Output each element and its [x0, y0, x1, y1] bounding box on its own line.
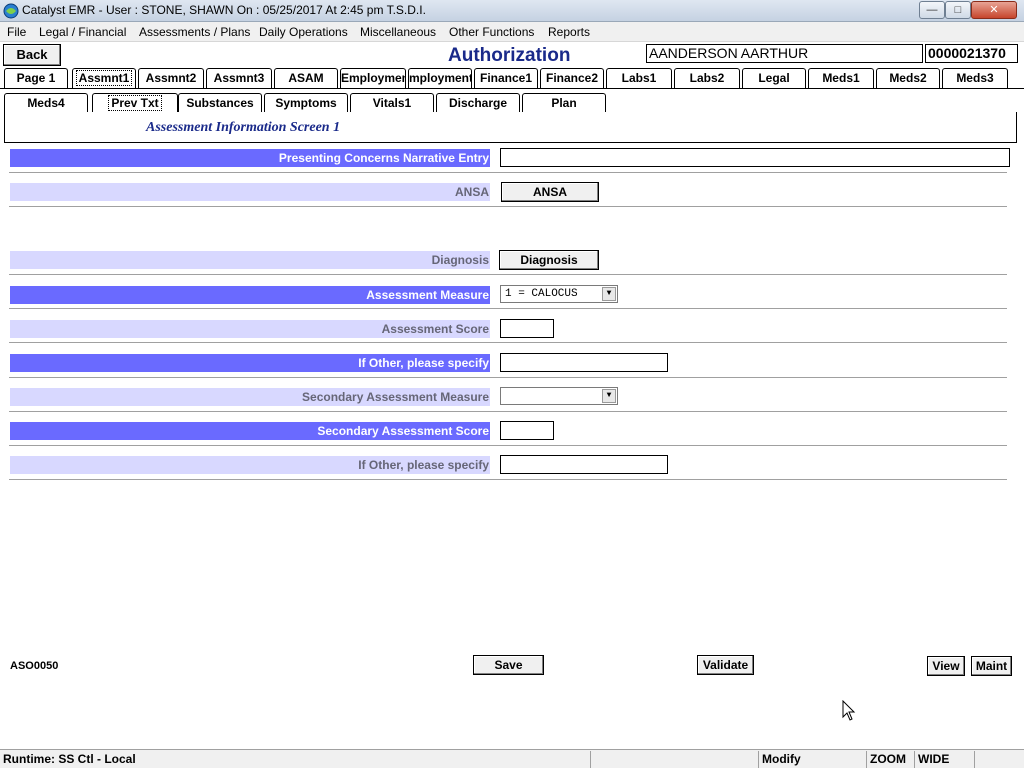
tab-row-1: Page 1 Assmnt1 Assmnt2 Assmnt3 ASAM Empl…	[0, 68, 1024, 89]
save-button[interactable]: Save	[473, 655, 544, 675]
status-extra	[974, 751, 1024, 768]
window-title-bar: Catalyst EMR - User : STONE, SHAWN On : …	[0, 0, 1024, 22]
screen-subtitle: Assessment Information Screen 1	[146, 120, 341, 135]
secondary-measure-select[interactable]: ▼	[500, 387, 618, 405]
tab-page-1[interactable]: Page 1	[4, 68, 68, 88]
menu-daily-operations[interactable]: Daily Operations	[259, 25, 348, 39]
status-zoom: ZOOM	[866, 751, 914, 768]
presenting-concerns-label: Presenting Concerns Narrative Entry	[10, 149, 490, 167]
assessment-measure-label: Assessment Measure	[10, 286, 490, 304]
other-specify-2-label: If Other, please specify	[10, 456, 490, 474]
assessment-score-label: Assessment Score	[10, 320, 490, 338]
tab-asam[interactable]: ASAM	[274, 68, 338, 88]
tab-assmnt1[interactable]: Assmnt1	[72, 68, 136, 88]
tab-meds2[interactable]: Meds2	[876, 68, 940, 88]
row-divider	[9, 342, 1007, 343]
tab-employment-2[interactable]: mployment:	[408, 68, 472, 88]
row-divider	[9, 206, 1007, 207]
secondary-score-label: Secondary Assessment Score	[10, 422, 490, 440]
row-divider	[9, 377, 1007, 378]
status-bar: Runtime: SS Ctl - Local Modify ZOOM WIDE	[0, 749, 1024, 768]
menu-file[interactable]: File	[7, 25, 26, 39]
other-specify-2-input[interactable]	[500, 455, 668, 474]
status-empty	[590, 751, 758, 768]
menu-reports[interactable]: Reports	[548, 25, 590, 39]
row-divider	[9, 172, 1007, 173]
tab-finance1[interactable]: Finance1	[474, 68, 538, 88]
secondary-score-input[interactable]	[500, 421, 554, 440]
assessment-score-input[interactable]	[500, 319, 554, 338]
screen-code: ASO0050	[10, 660, 59, 672]
menu-other-functions[interactable]: Other Functions	[449, 25, 534, 39]
patient-id-field: 0000021370	[925, 44, 1018, 63]
diagnosis-label: Diagnosis	[10, 251, 490, 269]
chevron-down-icon[interactable]: ▼	[602, 389, 616, 403]
other-specify-label: If Other, please specify	[10, 354, 490, 372]
row-divider	[9, 274, 1007, 275]
window-title: Catalyst EMR - User : STONE, SHAWN On : …	[22, 3, 426, 17]
diagnosis-button[interactable]: Diagnosis	[499, 250, 599, 270]
validate-button[interactable]: Validate	[697, 655, 754, 675]
status-runtime: Runtime: SS Ctl - Local	[3, 752, 136, 766]
mouse-cursor-icon	[842, 700, 856, 721]
status-mode: Modify	[758, 751, 866, 768]
chevron-down-icon[interactable]: ▼	[602, 287, 616, 301]
maint-button[interactable]: Maint	[971, 656, 1012, 676]
row-divider	[9, 445, 1007, 446]
maximize-button[interactable]: □	[945, 1, 971, 19]
close-button[interactable]: ✕	[971, 1, 1017, 19]
tab-meds3[interactable]: Meds3	[942, 68, 1008, 88]
tab-labs1[interactable]: Labs1	[606, 68, 672, 88]
tab-meds1[interactable]: Meds1	[808, 68, 874, 88]
view-button[interactable]: View	[927, 656, 965, 676]
tab-legal[interactable]: Legal	[742, 68, 806, 88]
tab-symptoms[interactable]: Symptoms	[264, 93, 348, 113]
menu-bar: File Legal / Financial Assessments / Pla…	[0, 22, 1024, 42]
tab-meds4[interactable]: Meds4	[4, 93, 88, 113]
assessment-measure-select[interactable]: 1 = CALOCUS ▼	[500, 285, 618, 303]
tab-substances[interactable]: Substances	[178, 93, 262, 113]
tab-finance2[interactable]: Finance2	[540, 68, 604, 88]
menu-assessments-plans[interactable]: Assessments / Plans	[139, 25, 250, 39]
row-divider	[9, 411, 1007, 412]
row-divider	[9, 308, 1007, 309]
tab-vitals1[interactable]: Vitals1	[350, 93, 434, 113]
status-wide: WIDE	[914, 751, 974, 768]
tab-assmnt2[interactable]: Assmnt2	[138, 68, 204, 88]
tab-discharge[interactable]: Discharge	[436, 93, 520, 113]
ansa-button[interactable]: ANSA	[501, 182, 599, 202]
menu-miscellaneous[interactable]: Miscellaneous	[360, 25, 436, 39]
menu-legal-financial[interactable]: Legal / Financial	[39, 25, 126, 39]
back-button[interactable]: Back	[3, 44, 61, 66]
tab-row-2: Meds4 Prev Txt Substances Symptoms Vital…	[0, 93, 1024, 114]
assessment-measure-value: 1 = CALOCUS	[505, 288, 578, 300]
minimize-button[interactable]: —	[919, 1, 945, 19]
row-divider	[9, 479, 1007, 480]
tab-prev-txt[interactable]: Prev Txt	[92, 93, 178, 113]
tab-labs2[interactable]: Labs2	[674, 68, 740, 88]
page-title: Authorization	[448, 45, 571, 66]
secondary-measure-label: Secondary Assessment Measure	[10, 388, 490, 406]
ansa-label: ANSA	[10, 183, 490, 201]
other-specify-input[interactable]	[500, 353, 668, 372]
tab-employment-1[interactable]: Employment	[340, 68, 406, 88]
tab-assmnt3[interactable]: Assmnt3	[206, 68, 272, 88]
app-logo-icon	[3, 3, 19, 19]
patient-name-field: AANDERSON AARTHUR	[646, 44, 923, 63]
presenting-concerns-input[interactable]	[500, 148, 1010, 167]
tab-plan[interactable]: Plan	[522, 93, 606, 113]
